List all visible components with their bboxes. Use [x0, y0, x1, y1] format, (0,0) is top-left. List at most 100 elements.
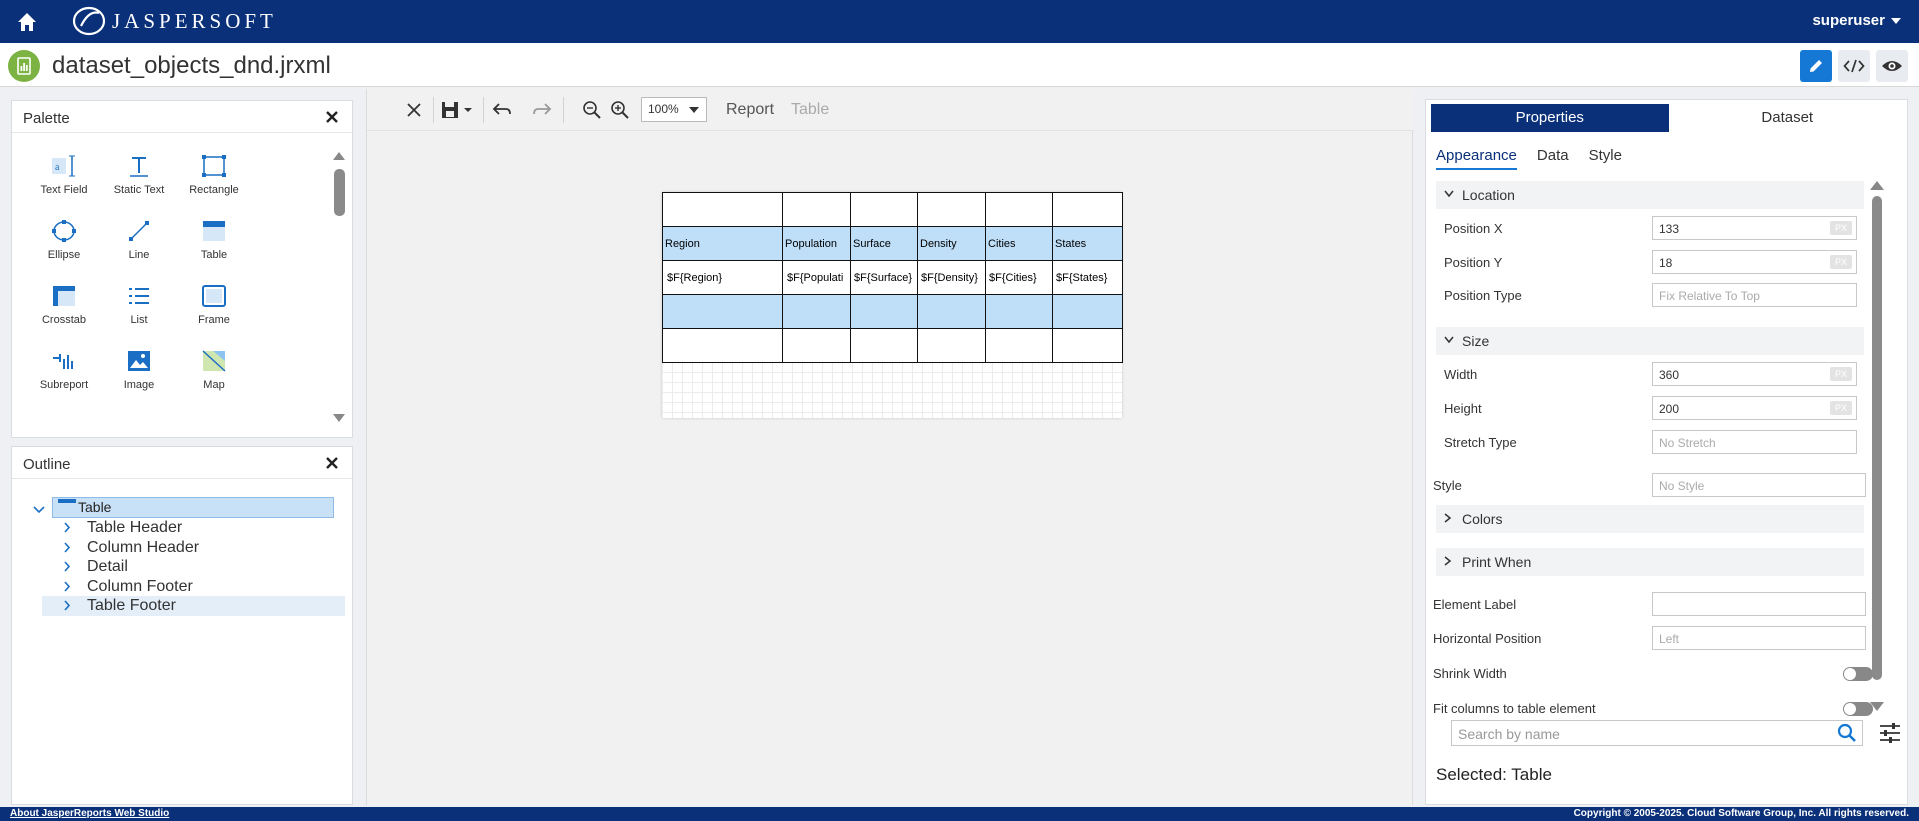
table-cell[interactable]: [782, 328, 851, 363]
scroll-down-arrow[interactable]: [332, 411, 346, 423]
report-page[interactable]: Region Population Surface Density Cities…: [662, 192, 1123, 418]
column-header-cell[interactable]: Region: [662, 226, 783, 261]
table-header-band[interactable]: [662, 192, 1123, 227]
height-input[interactable]: 200 PX: [1652, 396, 1857, 420]
tree-node-table-header[interactable]: Table Header: [42, 518, 352, 538]
table-cell[interactable]: [662, 294, 783, 329]
chevron-down-icon[interactable]: [32, 502, 46, 514]
filter-settings-icon[interactable]: [1878, 722, 1902, 744]
close-editor-button[interactable]: [403, 99, 425, 121]
column-header-cell[interactable]: States: [1052, 226, 1123, 261]
column-header-cell[interactable]: Density: [917, 226, 986, 261]
table-cell[interactable]: [850, 328, 918, 363]
chevron-right-icon[interactable]: [62, 596, 72, 615]
save-menu-button[interactable]: [441, 99, 475, 121]
palette-item-text-field[interactable]: a Text Field: [26, 151, 102, 211]
table-element[interactable]: Region Population Surface Density Cities…: [662, 192, 1123, 363]
table-cell[interactable]: [782, 192, 851, 227]
palette-scrollbar-thumb[interactable]: [334, 169, 345, 216]
section-colors[interactable]: Colors: [1436, 505, 1864, 533]
breadcrumb-table[interactable]: Table: [791, 101, 829, 119]
table-footer-band[interactable]: [662, 328, 1123, 363]
table-cell[interactable]: [662, 328, 783, 363]
detail-band[interactable]: $F{Region} $F{Populati $F{Surface} $F{De…: [662, 260, 1123, 295]
column-header-cell[interactable]: Surface: [850, 226, 918, 261]
palette-item-list[interactable]: List: [101, 281, 177, 341]
chevron-right-icon[interactable]: [62, 518, 72, 537]
palette-item-subreport[interactable]: Subreport: [26, 346, 102, 406]
tree-node-table-footer[interactable]: Table Footer: [42, 596, 345, 616]
preview-mode-button[interactable]: [1876, 50, 1908, 82]
column-header-band[interactable]: Region Population Surface Density Cities…: [662, 226, 1123, 261]
position-x-input[interactable]: 133 PX: [1652, 216, 1857, 240]
zoom-select[interactable]: 100%: [641, 97, 707, 122]
palette-item-static-text[interactable]: Static Text: [101, 151, 177, 211]
table-cell[interactable]: [985, 294, 1053, 329]
palette-item-line[interactable]: Line: [101, 216, 177, 276]
table-cell[interactable]: [985, 192, 1053, 227]
tree-node-detail[interactable]: Detail: [42, 557, 352, 577]
position-y-input[interactable]: 18 PX: [1652, 250, 1857, 274]
section-print-when[interactable]: Print When: [1436, 548, 1864, 576]
palette-item-table[interactable]: Table: [176, 216, 252, 276]
palette-item-crosstab[interactable]: Crosstab: [26, 281, 102, 341]
detail-field-cell[interactable]: $F{Density}: [917, 260, 986, 295]
column-footer-band[interactable]: [662, 294, 1123, 329]
position-type-select[interactable]: Fix Relative To Top: [1652, 283, 1857, 307]
palette-item-frame[interactable]: Frame: [176, 281, 252, 341]
subtab-style[interactable]: Style: [1589, 147, 1622, 170]
column-header-cell[interactable]: Population: [782, 226, 851, 261]
properties-scrollbar-thumb[interactable]: [1872, 196, 1882, 680]
table-cell[interactable]: [985, 328, 1053, 363]
home-icon[interactable]: [14, 9, 40, 35]
properties-search-input[interactable]: Search by name: [1451, 720, 1863, 746]
tree-node-table[interactable]: Table: [52, 497, 334, 518]
width-input[interactable]: 360 PX: [1652, 362, 1857, 386]
column-header-cell[interactable]: Cities: [985, 226, 1053, 261]
search-icon[interactable]: [1837, 723, 1857, 743]
palette-item-ellipse[interactable]: Ellipse: [26, 216, 102, 276]
horizontal-position-select[interactable]: Left: [1652, 626, 1866, 650]
edit-mode-button[interactable]: [1800, 50, 1832, 82]
section-location[interactable]: Location: [1436, 181, 1864, 209]
detail-field-cell[interactable]: $F{Cities}: [985, 260, 1053, 295]
table-cell[interactable]: [850, 192, 918, 227]
table-cell[interactable]: [850, 294, 918, 329]
tab-dataset[interactable]: Dataset: [1669, 104, 1907, 132]
undo-button[interactable]: [491, 99, 513, 121]
tree-node-column-footer[interactable]: Column Footer: [42, 577, 352, 597]
tab-properties[interactable]: Properties: [1431, 104, 1669, 132]
subtab-data[interactable]: Data: [1537, 147, 1569, 170]
scroll-up-arrow[interactable]: [332, 149, 346, 161]
chevron-right-icon[interactable]: [62, 538, 72, 557]
detail-field-cell[interactable]: $F{States}: [1052, 260, 1123, 295]
design-canvas[interactable]: 100% Report Table Region Population Surf…: [366, 89, 1414, 805]
close-icon[interactable]: [324, 109, 340, 125]
table-cell[interactable]: [917, 328, 986, 363]
section-size[interactable]: Size: [1436, 327, 1864, 355]
stretch-type-select[interactable]: No Stretch: [1652, 430, 1857, 454]
table-cell[interactable]: [1052, 294, 1123, 329]
element-label-input[interactable]: [1652, 592, 1866, 616]
table-cell[interactable]: [1052, 328, 1123, 363]
shrink-width-toggle[interactable]: [1843, 667, 1873, 681]
close-icon[interactable]: [324, 455, 340, 471]
table-cell[interactable]: [662, 192, 783, 227]
redo-button[interactable]: [531, 99, 553, 121]
tree-node-column-header[interactable]: Column Header: [42, 538, 352, 558]
table-cell[interactable]: [782, 294, 851, 329]
about-link[interactable]: About JasperReports Web Studio: [10, 808, 169, 819]
chevron-right-icon[interactable]: [62, 577, 72, 596]
subtab-appearance[interactable]: Appearance: [1436, 147, 1517, 170]
chevron-right-icon[interactable]: [62, 557, 72, 576]
zoom-in-button[interactable]: [609, 99, 631, 121]
palette-item-image[interactable]: Image: [101, 346, 177, 406]
table-cell[interactable]: [917, 192, 986, 227]
scroll-up-arrow[interactable]: [1869, 179, 1885, 191]
palette-item-map[interactable]: Map: [176, 346, 252, 406]
zoom-out-button[interactable]: [581, 99, 603, 121]
source-mode-button[interactable]: [1838, 50, 1870, 82]
table-cell[interactable]: [1052, 192, 1123, 227]
style-select[interactable]: No Style: [1652, 473, 1866, 497]
detail-field-cell[interactable]: $F{Surface}: [850, 260, 918, 295]
